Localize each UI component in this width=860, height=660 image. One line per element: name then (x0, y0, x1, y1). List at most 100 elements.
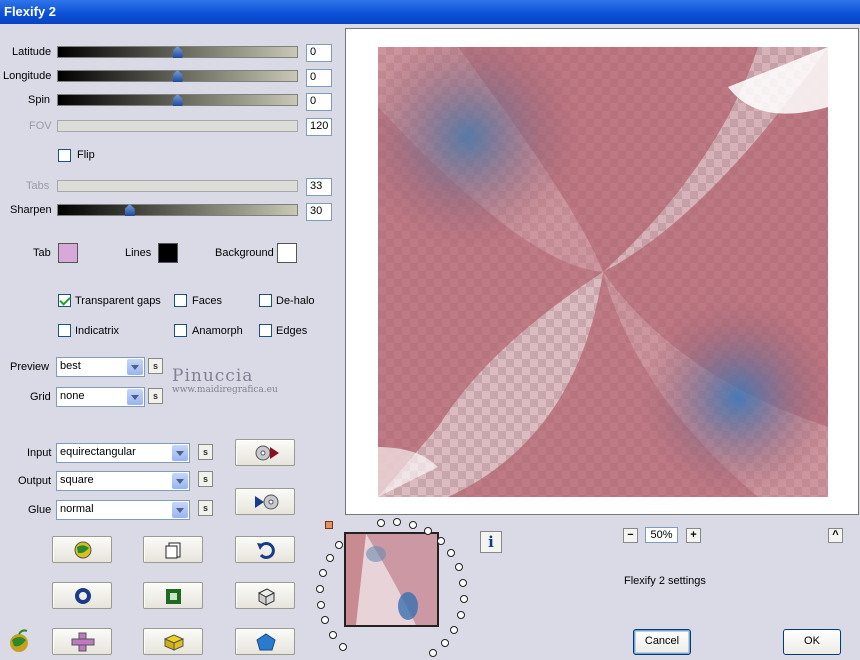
background-color-label: Background (215, 247, 274, 259)
sharpen-field[interactable]: 30 (306, 203, 332, 221)
spin-field[interactable]: 0 (306, 93, 332, 111)
zoom-in-button[interactable]: + (686, 528, 701, 543)
load-output-button[interactable] (235, 488, 295, 515)
tabs-tool-button[interactable] (52, 628, 112, 655)
latitude-slider-thumb[interactable] (172, 46, 183, 58)
glue-s-button[interactable]: s (198, 500, 213, 516)
ok-button[interactable]: OK (783, 629, 841, 655)
grid-s-button[interactable]: s (148, 388, 163, 404)
dial-dot[interactable] (440, 638, 449, 647)
flexify-logo-icon (6, 628, 32, 657)
output-s-button[interactable]: s (198, 471, 213, 487)
zoom-level[interactable]: 50% (645, 527, 678, 543)
circle-tool-button[interactable] (52, 582, 112, 609)
sharpen-slider-thumb[interactable] (124, 204, 135, 216)
preview-select[interactable]: best (56, 357, 145, 377)
sharpen-slider[interactable] (57, 204, 298, 216)
spin-slider[interactable] (57, 94, 298, 106)
dial-dot[interactable] (436, 536, 445, 545)
spin-slider-thumb[interactable] (172, 94, 183, 106)
dial-dot[interactable] (456, 610, 465, 619)
dial-dot[interactable] (428, 649, 437, 658)
dial-dot[interactable] (339, 642, 348, 651)
dial-dot[interactable] (320, 616, 329, 625)
dial-dot[interactable] (325, 553, 334, 562)
dial-dot[interactable] (459, 595, 468, 604)
dial-handle[interactable] (325, 521, 333, 529)
dial-dot[interactable] (335, 540, 344, 549)
de-halo-checkbox[interactable] (259, 294, 272, 307)
preview-label: Preview (10, 361, 50, 373)
indicatrix-checkbox[interactable] (58, 324, 71, 337)
output-select-value: square (60, 474, 94, 486)
grid-select-value: none (60, 390, 85, 402)
expand-button[interactable]: ^ (828, 528, 843, 543)
de-halo-label: De-halo (276, 295, 315, 307)
dial-dot[interactable] (316, 600, 325, 609)
anamorph-checkbox[interactable] (174, 324, 187, 337)
dial-dot[interactable] (450, 625, 459, 634)
edges-checkbox[interactable] (259, 324, 272, 337)
undo-button[interactable] (235, 536, 295, 563)
dial-dot[interactable] (408, 521, 417, 530)
dial-dot[interactable] (459, 578, 468, 587)
chevron-down-icon[interactable] (127, 389, 143, 405)
randomize-button[interactable] (52, 536, 112, 563)
copy-button[interactable] (143, 536, 203, 563)
fov-field[interactable]: 120 (306, 118, 332, 136)
dial-dot[interactable] (328, 630, 337, 639)
info-button[interactable]: i (480, 531, 502, 553)
latitude-field[interactable]: 0 (306, 44, 332, 62)
chevron-down-icon[interactable] (172, 445, 188, 461)
frame-tool-button[interactable] (143, 582, 203, 609)
longitude-field[interactable]: 0 (306, 69, 332, 87)
polyhedron-tool-button[interactable] (235, 628, 295, 655)
cube-icon (163, 634, 185, 651)
thumbnail-preview[interactable] (344, 532, 439, 627)
pentagon-icon (256, 633, 276, 651)
lines-color-swatch[interactable] (158, 243, 178, 263)
input-select-value: equirectangular (60, 446, 136, 458)
zoom-out-button[interactable]: − (623, 528, 638, 543)
input-label: Input (27, 447, 52, 459)
input-select[interactable]: equirectangular (56, 443, 190, 463)
preview-panel[interactable] (345, 28, 859, 515)
background-color-swatch[interactable] (277, 243, 297, 263)
sharpen-label: Sharpen (10, 204, 52, 216)
ring-icon (75, 588, 91, 604)
cancel-button[interactable]: Cancel (633, 629, 691, 655)
flip-checkbox[interactable] (58, 149, 71, 162)
chevron-down-icon[interactable] (172, 502, 188, 518)
flip-label: Flip (77, 149, 95, 161)
dial-dot[interactable] (423, 527, 432, 536)
frame-icon (166, 589, 181, 604)
input-s-button[interactable]: s (198, 444, 213, 460)
latitude-slider[interactable] (57, 46, 298, 58)
chevron-down-icon[interactable] (172, 473, 188, 489)
tabs-field[interactable]: 33 (306, 178, 332, 196)
dial-dot[interactable] (319, 568, 328, 577)
longitude-slider[interactable] (57, 70, 298, 82)
preview-s-button[interactable]: s (148, 358, 163, 374)
glue-label: Glue (28, 504, 52, 516)
transparent-gaps-checkbox[interactable] (58, 294, 71, 307)
dial-dot[interactable] (454, 563, 463, 572)
output-select[interactable]: square (56, 471, 190, 491)
cube-tool-button[interactable] (143, 628, 203, 655)
dial-dot[interactable] (316, 584, 325, 593)
dial-dot[interactable] (392, 518, 401, 527)
undo-icon (257, 542, 275, 559)
grid-select[interactable]: none (56, 387, 145, 407)
dial-dot[interactable] (447, 549, 456, 558)
flexify-window: Flexify 2 Latitude 0 Longitude 0 Spin 0 … (0, 0, 860, 660)
load-input-button[interactable] (235, 439, 295, 466)
random-button[interactable] (235, 582, 295, 609)
chevron-down-icon[interactable] (127, 359, 143, 375)
tabs-slider (57, 180, 298, 192)
glue-select[interactable]: normal (56, 500, 190, 520)
dial-dot[interactable] (376, 518, 385, 527)
longitude-slider-thumb[interactable] (172, 70, 183, 82)
faces-checkbox[interactable] (174, 294, 187, 307)
cross-icon (71, 632, 95, 652)
tab-color-swatch[interactable] (58, 243, 78, 263)
